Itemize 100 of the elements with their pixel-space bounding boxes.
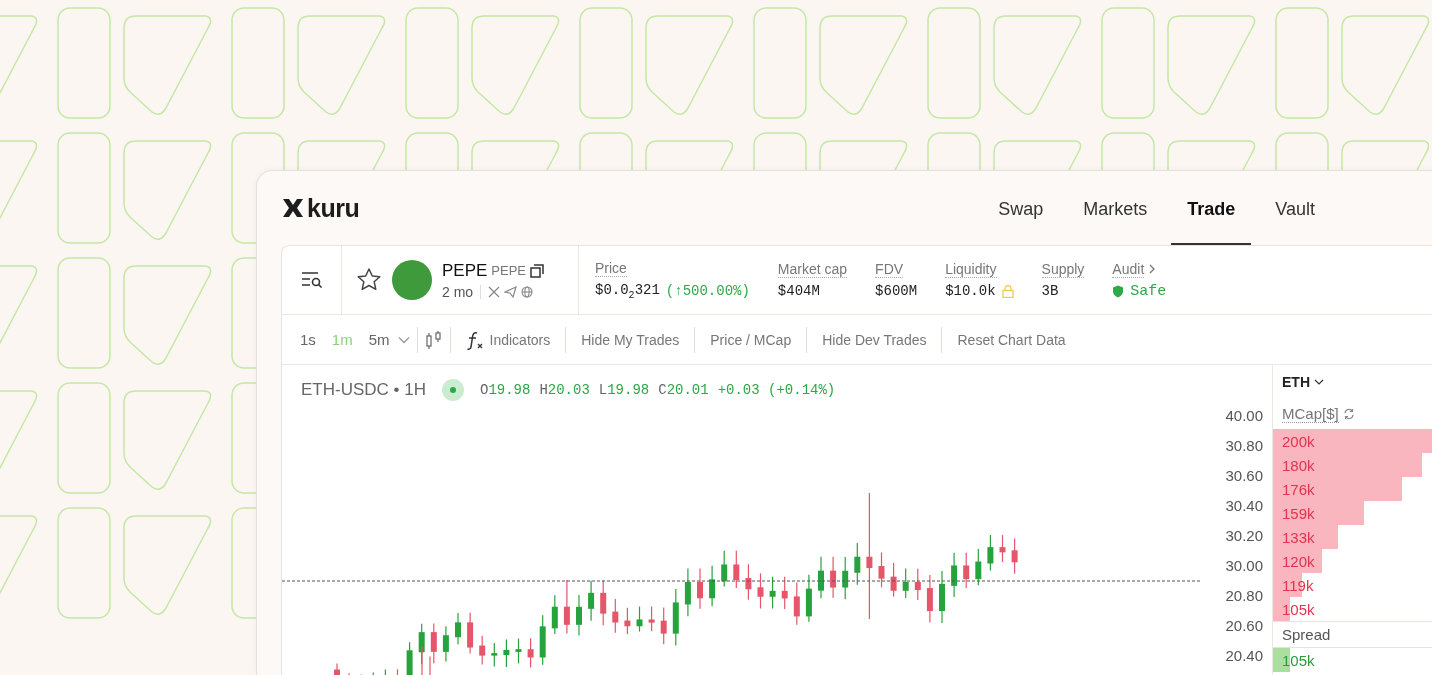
axis-label: 20.80 [1225, 586, 1263, 606]
timeframe-tab[interactable]: 5m [360, 327, 398, 352]
axis-label: 40.00 [1225, 406, 1263, 426]
logo-text: kuru [307, 193, 360, 223]
telegram-icon[interactable] [504, 285, 518, 298]
toolbar-button[interactable]: Hide My Trades [573, 327, 688, 352]
candle [600, 580, 607, 627]
token-age: 2 mo [442, 283, 474, 300]
candle [926, 574, 933, 624]
candle [515, 638, 522, 665]
candle [818, 556, 824, 600]
audit-status: Safe [1130, 282, 1167, 300]
candle [396, 669, 399, 675]
candle [975, 548, 982, 587]
stat-label: FDV [875, 261, 904, 278]
stat-value: 3B [1041, 283, 1059, 299]
toolbar-button[interactable]: Reset Chart Data [949, 327, 1074, 352]
star-icon[interactable] [356, 267, 382, 293]
toolbar-button[interactable]: Price / MCap [702, 327, 800, 352]
globe-icon[interactable] [521, 285, 534, 298]
candle [1011, 538, 1018, 575]
axis-label: 30.80 [1225, 436, 1263, 456]
order-price[interactable]: 133k [1273, 528, 1315, 546]
order-price[interactable]: 200k [1273, 432, 1315, 450]
candle [612, 598, 619, 634]
column-header: MCap[$] [1282, 405, 1339, 423]
nav-tab[interactable]: Swap [982, 171, 1060, 245]
candle [588, 580, 595, 622]
refresh-icon[interactable] [1342, 408, 1355, 420]
toolbar-button[interactable]: Hide Dev Trades [814, 327, 935, 352]
nav-tab[interactable]: Vault [1259, 171, 1331, 245]
candle [757, 573, 764, 610]
price-change: (↑500.00%) [665, 283, 750, 299]
stat-label: Audit [1112, 260, 1145, 278]
chevron-down-icon[interactable] [1314, 378, 1324, 386]
token-name: PEPE [442, 260, 488, 281]
chevron-right-icon[interactable] [1148, 263, 1157, 275]
ohlc-change: +0.03 (+0.14%) [717, 382, 836, 398]
candle [963, 552, 970, 590]
candle [539, 615, 546, 666]
axis-label: 20.60 [1225, 616, 1263, 636]
timeframe-tab[interactable]: 1s [292, 327, 324, 352]
search-menu-icon[interactable] [300, 271, 323, 289]
candle [890, 562, 897, 598]
order-price[interactable]: 105k [1273, 600, 1315, 618]
candle [878, 552, 885, 589]
toolbar-button[interactable]: Indicators [457, 325, 559, 354]
candle [830, 556, 837, 599]
candle [805, 574, 812, 623]
order-price[interactable]: 119k [1273, 576, 1314, 594]
candle [684, 568, 691, 618]
order-price[interactable]: 120k [1273, 552, 1315, 570]
candle [721, 550, 728, 588]
token-ticker: PEPE [491, 263, 527, 278]
axis-label: 30.00 [1225, 556, 1263, 576]
currency-selector[interactable]: ETH [1282, 374, 1310, 390]
token-avatar [392, 260, 432, 300]
stat-label: Market cap [777, 261, 848, 278]
nav-tab[interactable]: Markets [1067, 171, 1164, 245]
axis-label: 30.40 [1225, 496, 1263, 516]
x-icon[interactable] [488, 285, 501, 298]
candle [914, 568, 921, 601]
chart-symbol: ETH-USDC • 1H [301, 380, 426, 400]
candle [479, 635, 486, 666]
candle [951, 552, 958, 598]
candle [334, 663, 340, 675]
candle [987, 534, 994, 572]
shield-icon [1112, 284, 1125, 298]
live-indicator-icon [441, 379, 464, 401]
spread-label: Spread [1273, 621, 1432, 648]
copy-icon[interactable] [530, 263, 545, 278]
stat-label: Liquidity [945, 261, 997, 278]
axis-label: 20.40 [1225, 646, 1263, 666]
candle [842, 556, 849, 601]
candle [491, 642, 498, 668]
candle [442, 626, 449, 663]
candle [648, 606, 655, 632]
candle [636, 606, 643, 633]
order-price[interactable]: 159k [1273, 504, 1315, 522]
candle [939, 570, 945, 625]
logo-icon [281, 197, 305, 219]
candle [503, 639, 510, 669]
candle [769, 576, 776, 610]
candle [781, 576, 788, 611]
stat-value: $0.0$_{2}$321 [595, 281, 660, 301]
candle [551, 595, 558, 636]
candle [733, 550, 740, 589]
axis-label: 30.20 [1225, 526, 1263, 546]
candle [660, 607, 667, 646]
ohlc-value: C20.01 [658, 382, 709, 398]
order-price[interactable]: 176k [1273, 480, 1315, 498]
candle-type-icon[interactable] [424, 329, 443, 350]
candle [793, 582, 800, 626]
ohlc-value: L19.98 [598, 382, 650, 398]
axis-label: 30.60 [1225, 466, 1263, 486]
candle [902, 568, 909, 600]
order-price[interactable]: 180k [1273, 456, 1315, 474]
lock-icon [1001, 284, 1014, 298]
order-price[interactable]: 105k [1273, 651, 1315, 669]
candle [745, 563, 752, 601]
